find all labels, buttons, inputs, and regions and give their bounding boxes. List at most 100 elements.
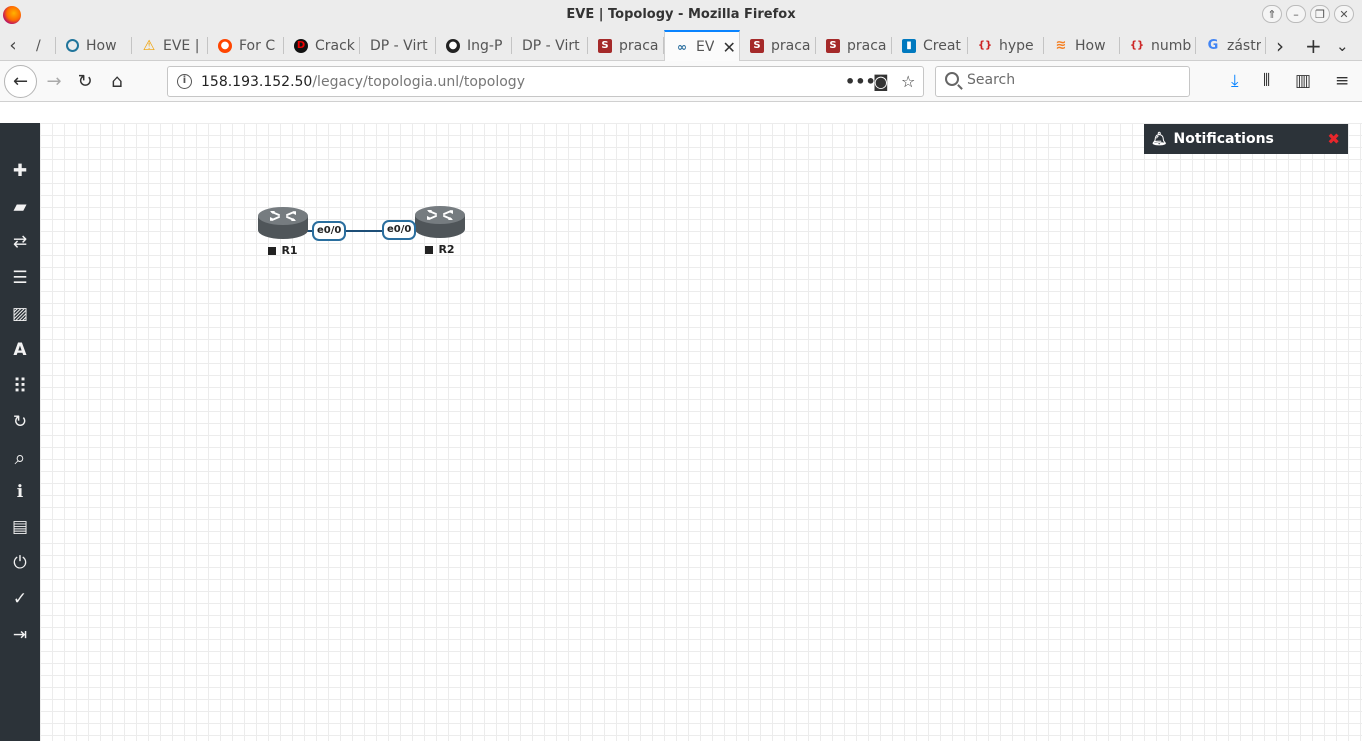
- tab-label: zástr: [1227, 37, 1262, 54]
- tab-label: praca: [847, 37, 887, 54]
- navigation-toolbar: ← → ↻ ⌂ i 158.193.152.50/legacy/topologi…: [0, 61, 1362, 102]
- tab[interactable]: How: [56, 30, 132, 61]
- all-tabs-chevron-down-icon[interactable]: ⌄: [1336, 30, 1349, 61]
- lock-lab-icon[interactable]: ✓: [0, 584, 40, 614]
- tab[interactable]: Spraca: [588, 30, 664, 61]
- pictures-icon[interactable]: ▨: [0, 299, 40, 329]
- tab[interactable]: DP - Virt: [512, 30, 588, 61]
- library-icon[interactable]: ⫴: [1263, 71, 1270, 91]
- window-controls: ⇑ – ❐ ✕: [1262, 5, 1354, 23]
- search-input[interactable]: [967, 72, 1177, 88]
- zoom-icon[interactable]: ⌕: [0, 443, 40, 473]
- search-bar[interactable]: [935, 66, 1190, 97]
- close-notifications-icon[interactable]: ✖: [1327, 130, 1340, 148]
- tab[interactable]: {} numb: [1120, 30, 1196, 61]
- node-label: R2: [410, 243, 470, 256]
- interface-label-r1[interactable]: e0/0: [312, 221, 347, 241]
- url-host: 158.193.152.50: [201, 74, 313, 90]
- router-icon: [415, 206, 465, 238]
- bell-icon: 🔔︎: [1151, 131, 1168, 147]
- eve-sidebar: ✚ ▰ ⇄ ☰ ▨ A ⠿ ↻ ⌕ ℹ ▤ ⏻ ✓ ⇥: [0, 123, 40, 741]
- url-bar[interactable]: i 158.193.152.50/legacy/topologia.unl/to…: [167, 66, 924, 97]
- tab[interactable]: Gzástr: [1196, 30, 1266, 61]
- tab-label: praca: [619, 37, 659, 54]
- status-grid-icon[interactable]: ⠿: [0, 371, 40, 401]
- node-stopped-icon: [425, 245, 434, 254]
- site-info-icon[interactable]: i: [177, 74, 192, 89]
- reload-button[interactable]: ↻: [71, 67, 99, 95]
- tab[interactable]: ⚠ EVE |: [132, 30, 208, 61]
- tab[interactable]: /: [26, 30, 56, 61]
- search-icon: [945, 72, 959, 86]
- url-path: /legacy/topologia.unl/topology: [312, 74, 525, 90]
- tabs-scroll-right-icon[interactable]: ›: [1276, 30, 1284, 61]
- text-icon[interactable]: A: [0, 335, 40, 365]
- back-button[interactable]: ←: [4, 65, 37, 98]
- tab[interactable]: ≋ How: [1044, 30, 1120, 61]
- tab[interactable]: DP - Virt: [360, 30, 436, 61]
- topology-canvas[interactable]: R1 R2 e0/0 e0/0 🔔︎ Notifications ✖: [40, 123, 1362, 741]
- tab-label: DP - Virt: [370, 37, 428, 54]
- tab[interactable]: ● Ing-P: [436, 30, 512, 61]
- interface-label-r2[interactable]: e0/0: [382, 220, 417, 240]
- google-icon: G: [1207, 38, 1219, 53]
- add-object-icon[interactable]: ✚: [0, 156, 40, 186]
- close-lab-icon[interactable]: ⇥: [0, 620, 40, 650]
- window-shade-button[interactable]: ⇑: [1262, 5, 1282, 23]
- new-tab-icon[interactable]: +: [1305, 30, 1322, 61]
- tab[interactable]: D Crack: [284, 30, 360, 61]
- eve-icon: ∞: [677, 40, 687, 54]
- menu-hamburger-icon[interactable]: ≡: [1335, 71, 1349, 91]
- tab-label: Creat: [923, 37, 961, 54]
- tab-label: numb: [1151, 37, 1192, 54]
- node-label: R1: [253, 244, 313, 257]
- tab-list: / How ⚠ EVE | ● For C D Crack DP - Virt ● In…: [26, 30, 1266, 62]
- notifications-title: Notifications: [1173, 131, 1274, 147]
- url-text[interactable]: 158.193.152.50/legacy/topologia.unl/topo…: [201, 74, 525, 90]
- braces-icon: {}: [1129, 40, 1145, 51]
- page-actions-icon[interactable]: •••: [845, 72, 876, 91]
- tab[interactable]: ● For C: [208, 30, 284, 61]
- power-icon[interactable]: ⏻: [0, 548, 40, 578]
- window-close-button[interactable]: ✕: [1334, 5, 1354, 23]
- tab[interactable]: Spraca: [740, 30, 816, 61]
- info-icon[interactable]: ℹ: [0, 477, 40, 507]
- downloads-icon[interactable]: ⤓: [1231, 71, 1239, 91]
- tab-label: /: [36, 37, 41, 54]
- window-maximize-button[interactable]: ❐: [1310, 5, 1330, 23]
- tab[interactable]: ▮ Creat: [892, 30, 968, 61]
- braces-icon: {}: [977, 40, 993, 51]
- tab-active[interactable]: ∞ EV ✕: [664, 30, 740, 62]
- reddit-icon: ●: [218, 38, 232, 53]
- window-minimize-button[interactable]: –: [1286, 5, 1306, 23]
- node-stopped-icon: [268, 246, 277, 255]
- wordpress-icon: [66, 39, 79, 52]
- tab-label: EVE |: [163, 37, 200, 54]
- networks-icon[interactable]: ⇄: [0, 227, 40, 257]
- forward-button[interactable]: →: [40, 67, 68, 95]
- tab-label: Crack: [315, 37, 355, 54]
- d-icon: D: [294, 38, 308, 53]
- lab-details-icon[interactable]: ▤: [0, 512, 40, 542]
- close-tab-icon[interactable]: ✕: [722, 38, 735, 57]
- s-icon: S: [826, 38, 840, 53]
- node-r1[interactable]: R1: [253, 206, 313, 257]
- nodes-icon[interactable]: ▰: [0, 192, 40, 222]
- tabs-scroll-left-icon[interactable]: ‹: [2, 30, 24, 61]
- pocket-icon[interactable]: ◙: [873, 72, 889, 91]
- tab[interactable]: Spraca: [816, 30, 892, 61]
- bookmark-star-icon[interactable]: ☆: [901, 72, 915, 91]
- warning-icon: ⚠: [142, 37, 156, 54]
- node-r2[interactable]: R2: [410, 205, 470, 256]
- tab-label: For C: [239, 37, 276, 54]
- window-titlebar: EVE | Topology - Mozilla Firefox ⇑ – ❐ ✕: [0, 0, 1362, 30]
- window-title: EVE | Topology - Mozilla Firefox: [566, 7, 796, 22]
- startup-configs-icon[interactable]: ☰: [0, 263, 40, 293]
- tab[interactable]: {} hype: [968, 30, 1044, 61]
- s-icon: S: [598, 38, 612, 53]
- tab-label: hype: [999, 37, 1034, 54]
- refresh-icon[interactable]: ↻: [0, 407, 40, 437]
- sidebar-toggle-icon[interactable]: ▥: [1295, 71, 1311, 91]
- tab-label: DP - Virt: [522, 37, 580, 54]
- home-button[interactable]: ⌂: [103, 67, 131, 95]
